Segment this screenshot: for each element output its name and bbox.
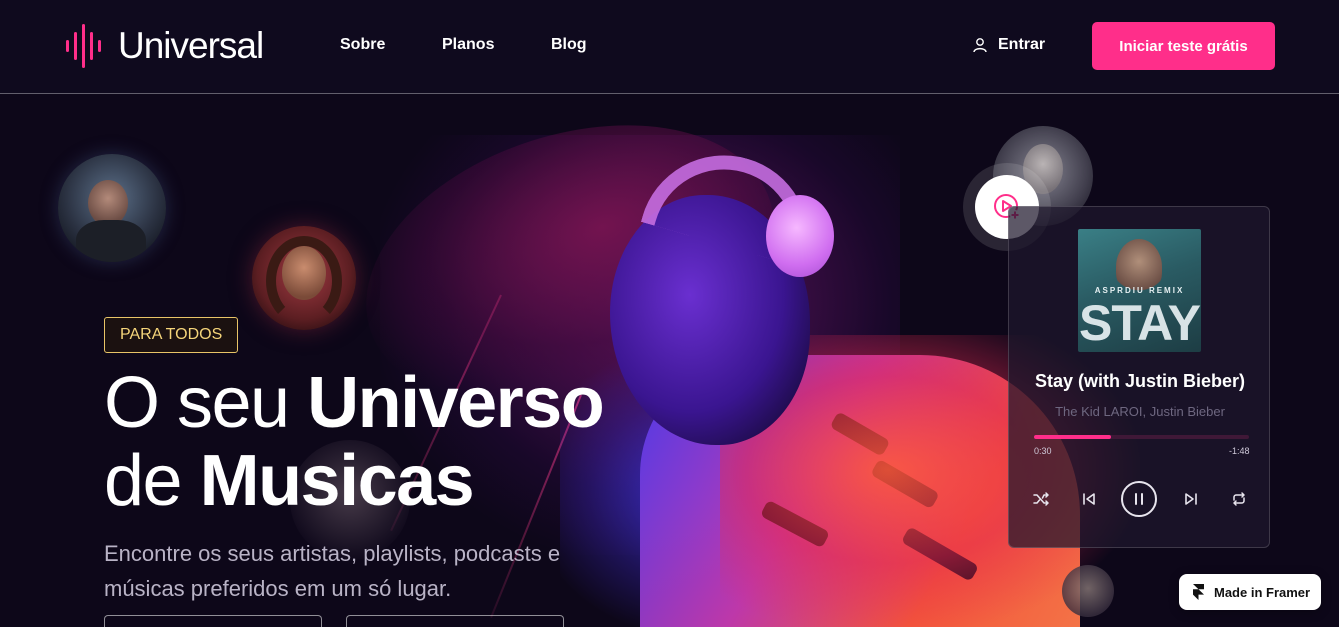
repeat-button[interactable] (1229, 489, 1249, 509)
hero-secondary-button[interactable] (346, 615, 564, 627)
artist-avatar (252, 226, 356, 330)
nav-planos[interactable]: Planos (442, 36, 494, 54)
hero-headline: O seu Universo de Musicas (104, 363, 605, 521)
artist-avatar (1062, 565, 1114, 617)
nav-sobre[interactable]: Sobre (340, 36, 385, 54)
framer-label: Made in Framer (1214, 584, 1311, 600)
site-header: Universal Sobre Planos Blog Entrar Inici… (0, 0, 1339, 94)
hero-subtitle: Encontre os seus artistas, playlists, po… (104, 541, 561, 601)
shuffle-button[interactable] (1031, 489, 1051, 509)
song-title: Stay (with Justin Bieber) (1034, 371, 1246, 391)
music-player-card: ASPRDIU REMIX STAY Stay (with Justin Bie… (1008, 206, 1270, 548)
progress-bar[interactable] (1034, 435, 1249, 439)
current-time: 0:30 (1034, 446, 1052, 456)
cover-remix-text: ASPRDIU REMIX (1094, 286, 1185, 295)
start-trial-button[interactable]: Iniciar teste grátis (1092, 22, 1275, 70)
login-label: Entrar (998, 36, 1046, 53)
pause-button[interactable] (1121, 481, 1157, 517)
headline-bold-2: Musicas (199, 441, 475, 521)
skip-back-icon (1083, 493, 1095, 505)
shuffle-icon (1033, 492, 1049, 506)
logo[interactable]: Universal (64, 24, 264, 68)
cover-title-text: STAY (1078, 295, 1201, 351)
login-link[interactable]: Entrar (972, 36, 1045, 54)
artist-avatar (58, 154, 166, 262)
progress-fill (1034, 435, 1112, 439)
skip-forward-icon (1185, 493, 1197, 505)
pause-icon (1135, 493, 1143, 505)
headline-light-2: de (104, 441, 200, 521)
headphone-icon (766, 195, 834, 277)
album-cover: ASPRDIU REMIX STAY (1078, 229, 1201, 352)
song-artist: The Kid LAROI, Justin Bieber (1055, 404, 1225, 419)
nav-blog[interactable]: Blog (551, 36, 587, 54)
next-button[interactable] (1181, 489, 1201, 509)
previous-button[interactable] (1079, 489, 1099, 509)
made-in-framer-badge[interactable]: Made in Framer (1179, 574, 1321, 610)
remaining-time: -1:48 (1229, 446, 1250, 456)
user-icon (973, 38, 987, 53)
headline-bold-1: Universo (307, 363, 605, 443)
headline-light-1: O seu (104, 363, 308, 443)
logo-text: Universal (118, 25, 264, 66)
framer-logo-icon (1193, 584, 1204, 600)
repeat-icon (1233, 492, 1245, 506)
sound-wave-icon (66, 24, 101, 68)
audience-badge: PARA TODOS (104, 317, 239, 353)
hero-primary-button[interactable] (104, 615, 322, 627)
